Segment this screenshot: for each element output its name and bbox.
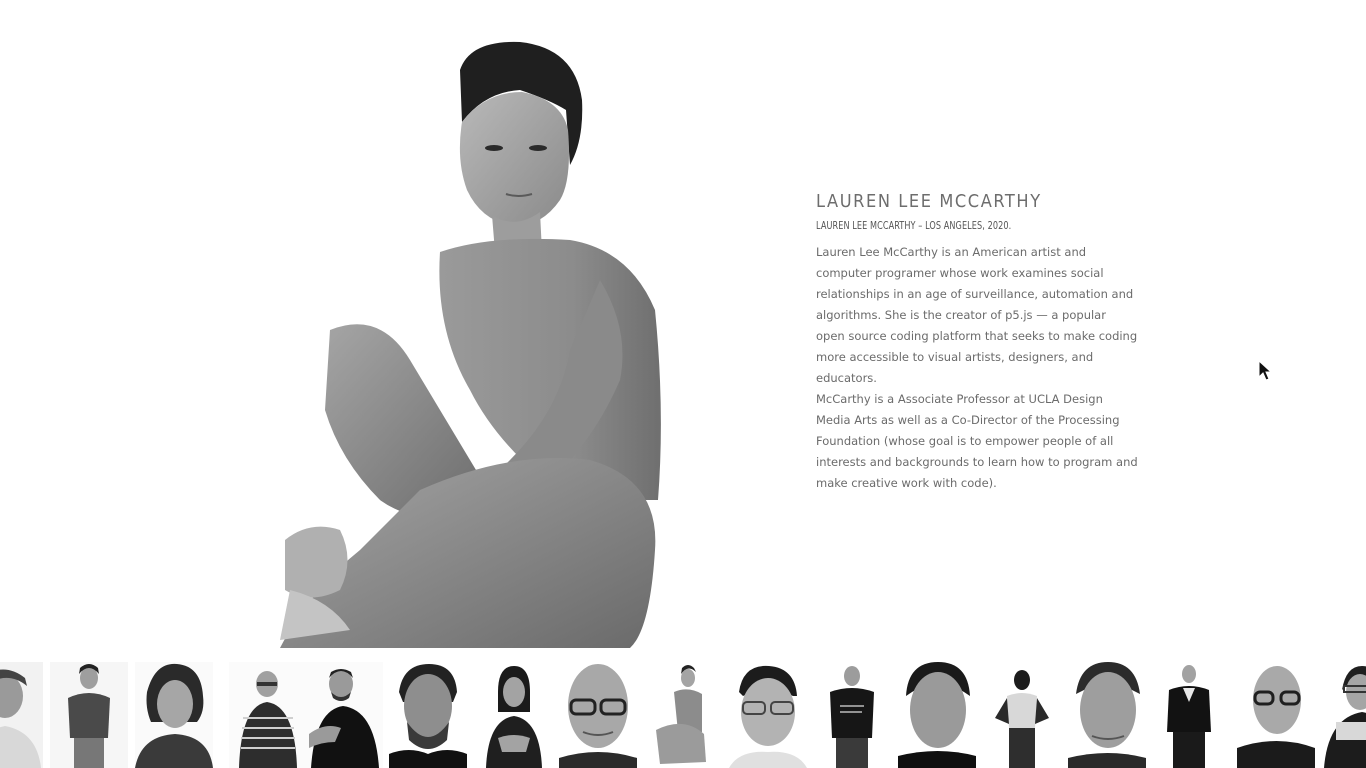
thumbnail-10[interactable]	[729, 662, 807, 768]
profile-bio: LAUREN LEE MCCARTHY LAUREN LEE MCCARTHY …	[816, 190, 1138, 494]
thumbnail-strip	[0, 662, 1366, 768]
portrait-man-bearded-closeup-icon	[389, 662, 467, 768]
thumbnail-7[interactable]	[474, 662, 552, 768]
bio-paragraph-2: McCarthy is a Associate Professor at UCL…	[816, 392, 1138, 490]
portrait-woman-sitting-small-icon	[644, 662, 722, 768]
thumbnail-14[interactable]	[1068, 662, 1146, 768]
thumbnail-13[interactable]	[983, 662, 1061, 768]
thumbnail-15[interactable]	[1153, 662, 1231, 768]
thumbnail-17[interactable]	[1322, 662, 1366, 768]
portrait-woman-sitting-icon	[474, 662, 552, 768]
portrait-woman-standing-hands-hips-icon	[983, 662, 1061, 768]
thumbnail-1[interactable]	[0, 662, 43, 768]
portrait-woman-open-shirt-partial-icon	[1322, 662, 1366, 768]
portrait-woman-standing-icon	[50, 662, 128, 768]
portrait-man-glasses-closeup-icon	[729, 662, 807, 768]
thumbnail-12[interactable]	[898, 662, 976, 768]
bio-paragraph-1: Lauren Lee McCarthy is an American artis…	[816, 245, 1138, 385]
thumbnail-6[interactable]	[389, 662, 467, 768]
thumbnail-3[interactable]	[135, 662, 213, 768]
portrait-man-tshirt-icon	[814, 662, 892, 768]
mouse-cursor-icon	[1258, 359, 1273, 382]
portrait-elderly-man-glasses-icon	[559, 662, 637, 768]
portrait-bald-man-glasses-icon	[1237, 662, 1315, 768]
portrait-man-suit-icon	[1153, 662, 1231, 768]
portrait-man-glasses-striped-icon	[229, 662, 307, 768]
portrait-man-partial-icon	[0, 662, 43, 768]
thumbnail-16[interactable]	[1237, 662, 1315, 768]
thumbnail-11[interactable]	[814, 662, 892, 768]
portrait-man-bearded-sitting-icon	[305, 662, 383, 768]
thumbnail-2[interactable]	[50, 662, 128, 768]
portrait-man-closeup-icon	[898, 662, 976, 768]
thumbnail-8[interactable]	[559, 662, 637, 768]
portrait-woman-closeup-icon	[135, 662, 213, 768]
thumbnail-4[interactable]	[229, 662, 307, 768]
photo-caption: LAUREN LEE MCCARTHY – LOS ANGELES, 2020.	[816, 220, 1012, 232]
main-portrait-photo	[270, 30, 690, 648]
profile-name: LAUREN LEE MCCARTHY	[816, 191, 1042, 212]
thumbnail-9[interactable]	[644, 662, 722, 768]
portrait-man-older-closeup-icon	[1068, 662, 1146, 768]
thumbnail-5[interactable]	[305, 662, 383, 768]
